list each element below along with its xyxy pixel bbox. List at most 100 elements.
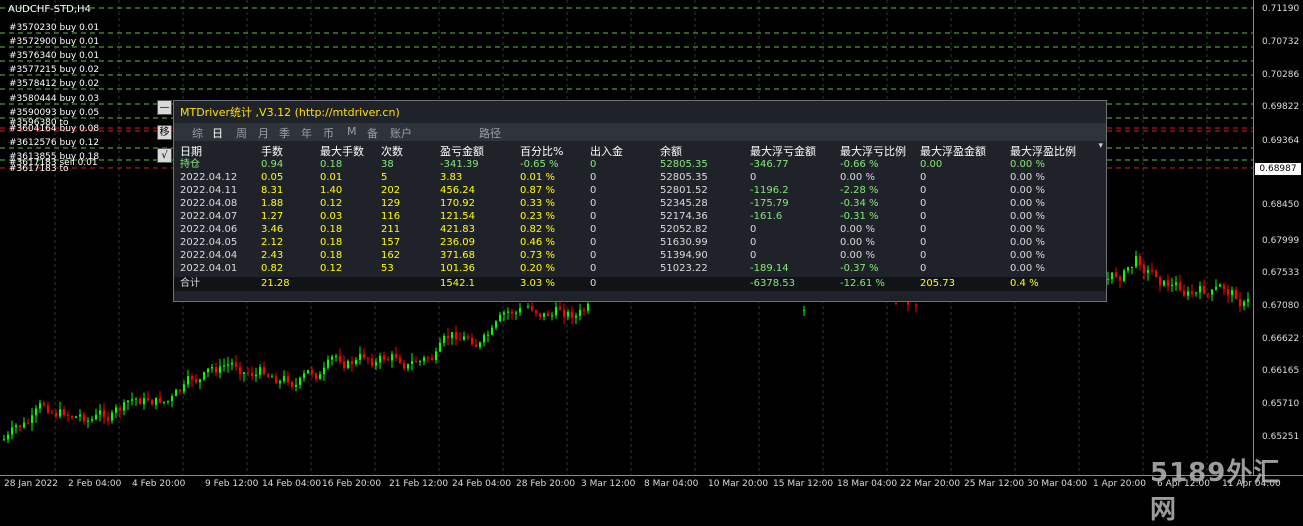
price-tick-label: 0.65710 [1262,399,1300,409]
candle-body [403,362,405,369]
candle-body [907,301,909,305]
current-price-label: 0.68987 [1255,163,1301,175]
candle-body [1227,288,1229,296]
table-cell: 0.00 % [840,250,875,261]
time-tick-label: 2 Feb 04:00 [68,479,122,489]
tab-account[interactable]: 账户 [390,125,412,141]
candle-body [295,385,297,387]
tab-notes[interactable]: 备 [367,125,378,141]
table-cell: 371.68 [440,250,475,261]
time-tick-label: 14 Feb 04:00 [262,479,322,489]
candle-body [139,398,141,405]
candle-body [531,306,533,311]
table-cell: 0.00 % [1010,172,1045,183]
table-cell: 2022.04.01 [180,263,238,274]
candle-body [191,375,193,380]
tab-quarter[interactable]: 季 [279,125,290,141]
table-cell: -1196.2 [750,185,789,196]
table-cell: 0.00 % [840,237,875,248]
candle-body [103,410,105,418]
table-cell: 52174.36 [660,211,708,222]
candle-body [915,304,917,306]
candle-body [143,398,145,405]
candle-body [99,410,101,415]
tab-week[interactable]: 周 [236,125,247,141]
price-tick-label: 0.67533 [1262,268,1300,278]
table-cell: 0.82 [261,263,284,274]
order-label: #3617183 to [9,164,69,174]
candle-body [199,379,201,383]
candle-body [1119,276,1121,281]
table-cell: 最大浮盈比例 [1010,145,1076,158]
table-cell: -0.31 % [840,211,879,222]
candle-body [1127,267,1129,271]
candle-body [175,389,177,397]
tab-m[interactable]: M [347,125,357,138]
table-cell: 0.4 % [1010,278,1039,289]
table-cell: 52805.35 [660,159,708,170]
table-cell: 最大浮亏金额 [750,145,816,158]
table-cell: 合计 [180,278,200,289]
candle-body [1175,282,1177,285]
candle-body [1151,270,1153,272]
candle-body [411,360,413,364]
tab-month[interactable]: 月 [258,125,269,141]
table-cell: 2022.04.04 [180,250,238,261]
price-tick-label: 0.69364 [1262,136,1300,146]
tab-year[interactable]: 年 [301,125,312,141]
table-cell: 0.18 [320,159,343,170]
symbol-title: AUDCHF-STD,H4 [8,4,91,15]
candle-body [135,398,137,400]
candle-body [47,405,49,413]
candle-body [1167,280,1169,287]
tab-summary[interactable]: 综 [192,125,203,141]
candle-body [1179,282,1181,291]
candle-body [1247,299,1249,302]
minimize-button[interactable]: — [157,100,172,115]
candle-body [59,409,61,417]
table-row: 2022.04.12 0.05 0.01 5 3.83 0.01 % 0 52805.35 0 0… [174,171,1106,184]
candle-body [451,332,453,339]
time-tick-label: 15 Mar 12:00 [773,479,834,489]
price-tick-label: 0.70732 [1262,37,1300,47]
table-cell: 205.73 [920,278,955,289]
candle-body [455,332,457,340]
candle-body [415,360,417,363]
candle-body [291,382,293,387]
table-cell: 0 [590,250,597,261]
table-cell: 52801.52 [660,185,708,196]
table-cell: 2.12 [261,237,284,248]
candle-body [43,403,45,406]
table-cell: 持仓 [180,159,200,170]
table-cell: 2022.04.07 [180,211,238,222]
candle-body [131,399,133,401]
tab-path[interactable]: 路径 [479,125,501,141]
time-tick-label: 8 Mar 04:00 [644,479,699,489]
table-cell: 0.12 [320,263,343,274]
candle-body [407,363,409,369]
candle-body [423,357,425,362]
candle-body [251,372,253,377]
table-cell: 0 [590,278,597,289]
candle-body [1195,292,1197,294]
candle-body [15,425,17,428]
tab-day[interactable]: 日 [212,125,223,141]
table-cell: 51023.22 [660,263,708,274]
candle-body [571,311,573,318]
table-cell: -12.61 % [840,278,885,289]
candle-body [275,376,277,384]
candle-body [447,335,449,339]
candle-body [7,434,9,440]
tab-currency[interactable]: 币 [323,125,334,141]
candle-body [35,408,37,416]
table-cell: 116 [381,211,401,222]
candle-body [359,353,361,360]
candle-body [231,362,233,365]
table-cell: -0.66 % [840,159,879,170]
table-cell: 0.00 % [1010,263,1045,274]
candle-body [527,306,529,308]
check-button[interactable]: √ [157,148,172,163]
candle-body [1115,272,1117,277]
move-button[interactable]: 移 [157,125,172,140]
candle-body [459,339,461,341]
